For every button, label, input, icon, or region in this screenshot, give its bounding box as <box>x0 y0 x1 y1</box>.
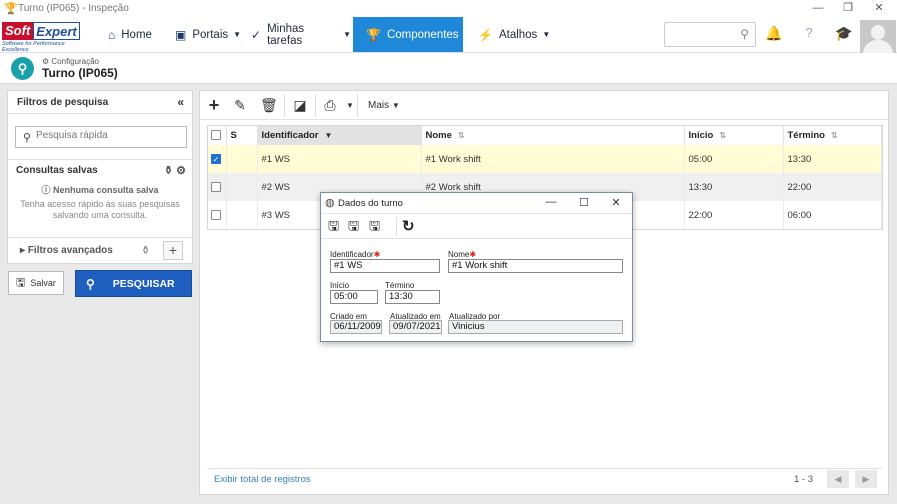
nome-field[interactable]: #1 Work shift <box>448 259 623 273</box>
help-icon[interactable]: ? <box>799 25 819 45</box>
user-avatar[interactable] <box>860 20 896 53</box>
dialog-toolbar: 🖫 🖫 🖫 ↻ <box>321 214 632 239</box>
print-caret-icon[interactable]: ▼ <box>346 95 354 116</box>
filter-panel: Filtros de pesquisa « ⚲ Consultas salvas… <box>7 90 193 264</box>
save-icon[interactable]: 🖫 <box>348 217 359 239</box>
shift-data-dialog: ◍ Dados do turno — ☐ ✕ 🖫 🖫 🖫 ↻ Identific… <box>320 192 633 342</box>
restore-icon[interactable]: ❐ <box>835 0 861 17</box>
window-titlebar: 🏆 Turno (IP065) - Inspeção — ❐ ✕ <box>0 0 897 17</box>
home-icon: ⌂ <box>108 27 116 42</box>
toolbar: + ✎ 🗑 ◪ ⎙ ▼ Mais ▼ <box>200 91 888 120</box>
brush-icon[interactable]: ⚱ <box>141 244 150 257</box>
caret-down-icon: ▼ <box>233 30 242 39</box>
filter-panel-header: Filtros de pesquisa « <box>8 91 192 114</box>
trophy-icon: 🏆 <box>4 3 18 15</box>
pagination-info: 1 - 3 <box>794 474 814 485</box>
search-icon: ⚲ <box>23 132 32 144</box>
window-title: Turno (IP065) - Inspeção <box>18 3 129 14</box>
column-nome[interactable]: Nome ⇅ <box>421 126 685 145</box>
column-identificador[interactable]: Identificador ▼ <box>257 126 422 145</box>
global-search-input[interactable]: ⚲ <box>664 22 756 47</box>
caret-down-icon: ▼ <box>542 30 551 39</box>
prev-page-icon[interactable]: ◀ <box>827 470 849 488</box>
search-icon: ⚲ <box>740 27 749 41</box>
save-query-button[interactable]: 🖫 Salvar <box>8 271 64 295</box>
graduation-cap-icon[interactable]: 🎓 <box>834 25 854 45</box>
close-icon[interactable]: ✕ <box>866 0 892 17</box>
quick-search-input[interactable] <box>36 130 181 141</box>
next-page-icon[interactable]: ▶ <box>855 470 877 488</box>
brush-icon[interactable]: ⚱ <box>164 165 173 177</box>
check-icon: ✓ <box>251 27 262 42</box>
bell-icon[interactable]: 🔔 <box>764 25 784 45</box>
page-title: Turno (IP065) <box>42 66 118 80</box>
termino-field[interactable]: 13:30 <box>385 290 440 304</box>
row-checkbox[interactable] <box>211 209 221 220</box>
saved-queries: Consultas salvas ⚱ ⚙ ⓘ Nenhuma consulta … <box>8 159 192 224</box>
delete-icon[interactable]: 🗑 <box>260 95 278 116</box>
dialog-title: Dados do turno <box>338 198 403 209</box>
select-all-checkbox[interactable] <box>211 130 221 141</box>
identificador-field[interactable]: #1 WS <box>330 259 440 273</box>
add-icon[interactable]: + <box>206 95 222 116</box>
nome-label: Nome✱ <box>448 250 477 259</box>
top-navbar: Soft Expert Software for Performance Exc… <box>0 17 897 53</box>
nav-home[interactable]: ⌂ Home <box>100 17 162 52</box>
inicio-field[interactable]: 05:00 <box>330 290 378 304</box>
quick-search[interactable]: ⚲ <box>15 126 187 148</box>
nav-portais[interactable]: ▣ Portais ▼ <box>172 17 242 52</box>
add-filter-button[interactable]: + <box>163 241 183 260</box>
nav-minhas-tarefas[interactable]: ✓ Minhas tarefas ▼ <box>243 17 351 52</box>
save-new-icon[interactable]: 🖫 <box>328 217 339 239</box>
globe-icon: ◍ <box>325 197 335 209</box>
refresh-icon[interactable]: ↻ <box>402 217 415 235</box>
inspection-app-icon: ⚲ <box>11 57 34 80</box>
gear-icon[interactable]: ⚙ <box>176 165 186 177</box>
termino-label: Término <box>385 281 415 290</box>
save-icon: 🖫 <box>16 276 26 289</box>
maximize-icon[interactable]: ☐ <box>576 196 592 209</box>
dialog-titlebar[interactable]: ◍ Dados do turno — ☐ ✕ <box>321 193 632 214</box>
column-inicio[interactable]: Início ⇅ <box>684 126 784 145</box>
save-close-icon[interactable]: 🖫 <box>369 217 380 239</box>
print-icon[interactable]: ⎙ <box>320 95 340 116</box>
identificador-label: Identificador✱ <box>330 250 381 259</box>
bolt-icon: ⚡ <box>478 27 493 42</box>
row-checkbox[interactable]: ✓ <box>211 153 221 164</box>
criado-em-field: 06/11/2009 <box>330 320 382 334</box>
column-s[interactable]: S <box>226 126 258 145</box>
softexpert-logo[interactable]: Soft Expert Software for Performance Exc… <box>2 22 92 53</box>
atualizado-por-field: Vinicius <box>448 320 623 334</box>
show-total-link[interactable]: Exibir total de registros <box>214 474 311 485</box>
no-saved-query-description: Tenha acesso rápido às suas pesquisas sa… <box>20 199 180 220</box>
close-icon[interactable]: ✕ <box>608 196 624 209</box>
breadcrumb[interactable]: ⚙ Configuração <box>42 57 99 66</box>
view-icon[interactable]: ◪ <box>290 95 310 116</box>
no-saved-query: ⓘ Nenhuma consulta salva <box>41 185 159 195</box>
nav-atalhos[interactable]: ⚡ Atalhos ▼ <box>470 17 550 52</box>
column-termino[interactable]: Término ⇅ <box>783 126 882 145</box>
search-button[interactable]: ⚲ PESQUISAR <box>75 270 192 297</box>
minimize-icon[interactable]: — <box>805 0 831 17</box>
advanced-filters[interactable]: ▸ Filtros avançados ⚱ + <box>8 237 192 263</box>
search-icon: ⚲ <box>86 276 95 291</box>
atualizado-em-field: 09/07/2021 <box>389 320 442 334</box>
more-menu[interactable]: Mais ▼ <box>368 95 400 116</box>
trophy-icon: 🏆 <box>366 27 381 42</box>
edit-icon[interactable]: ✎ <box>232 95 248 116</box>
caret-down-icon: ▼ <box>343 30 351 39</box>
grid-footer: Exibir total de registros 1 - 3 ◀ ▶ <box>207 468 883 489</box>
table-row[interactable]: ✓ #1 WS #1 Work shift 05:00 13:30 <box>208 145 882 173</box>
row-checkbox[interactable] <box>211 181 221 192</box>
grid-header-row: S Identificador ▼ Nome ⇅ Início ⇅ Término ⇅ <box>208 126 882 145</box>
inicio-label: Início <box>330 281 350 290</box>
portal-icon: ▣ <box>175 27 187 42</box>
minimize-icon[interactable]: — <box>543 196 559 208</box>
collapse-icon[interactable]: « <box>177 91 184 114</box>
nav-componentes[interactable]: 🏆 Componentes ▼ <box>353 17 471 52</box>
page-header: ⚲ ⚙ Configuração Turno (IP065) <box>0 53 897 84</box>
